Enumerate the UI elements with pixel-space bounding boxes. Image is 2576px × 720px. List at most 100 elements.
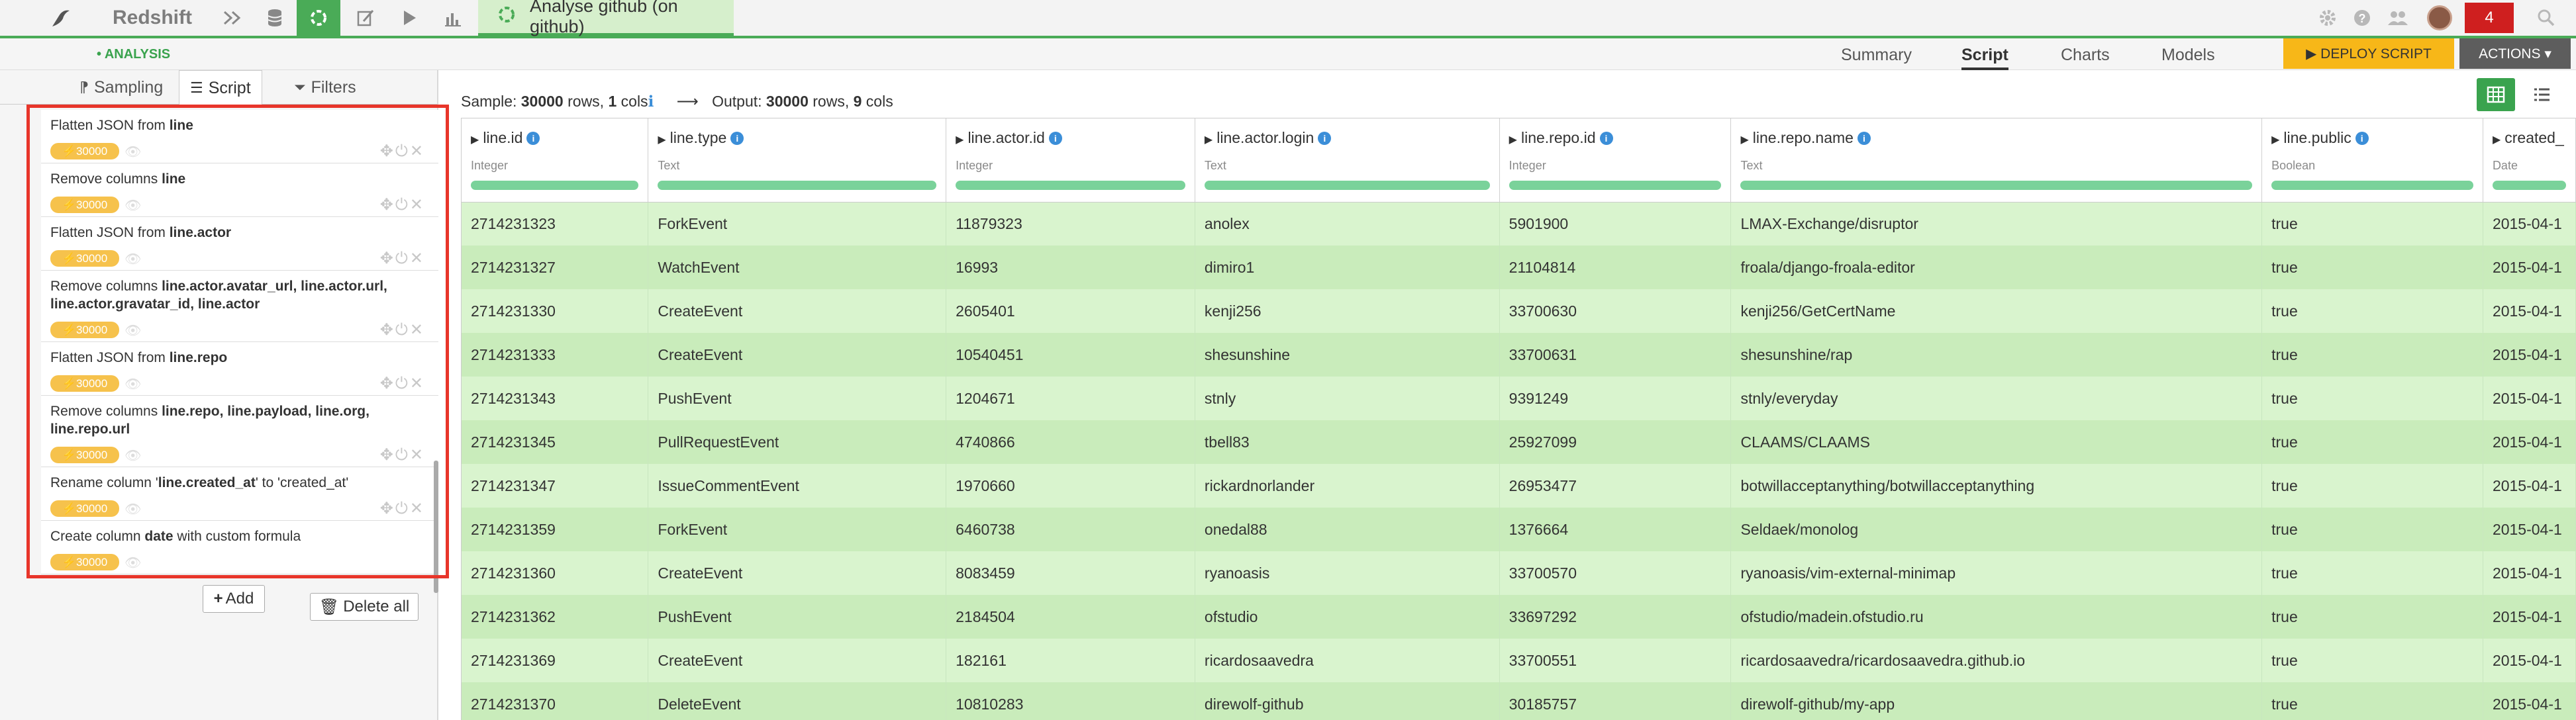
- table-row[interactable]: 2714231343 PushEvent 1204671 stnly 9391249st…: [462, 377, 2576, 420]
- table-cell[interactable]: true: [2261, 639, 2483, 682]
- column-header[interactable]: ▶ line.type i Text: [648, 118, 947, 202]
- table-cell[interactable]: 2015-04-1: [2483, 289, 2576, 333]
- tab-charts[interactable]: Charts: [2061, 38, 2110, 70]
- table-cell[interactable]: 2015-04-1: [2483, 682, 2576, 720]
- table-cell[interactable]: shesunshine/rap: [1730, 333, 2263, 377]
- column-header[interactable]: ▶ line.actor.login i Text: [1195, 118, 1500, 202]
- table-row[interactable]: 2714231362 PushEvent 2184504 ofstudio 336972…: [462, 595, 2576, 639]
- table-cell[interactable]: true: [2261, 202, 2483, 246]
- table-cell[interactable]: stnly/everyday: [1730, 377, 2263, 420]
- help-icon[interactable]: ?: [2346, 0, 2379, 36]
- table-row[interactable]: 2714231327 WatchEvent 16993 dimiro1 21104814…: [462, 246, 2576, 289]
- table-cell[interactable]: CreateEvent: [648, 639, 947, 682]
- column-header[interactable]: ▶ created_ Date: [2483, 118, 2576, 202]
- table-cell[interactable]: kenji256: [1195, 289, 1500, 333]
- table-cell[interactable]: 2605401: [946, 289, 1195, 333]
- table-cell[interactable]: IssueCommentEvent: [648, 464, 947, 508]
- recipe-icon[interactable]: [297, 0, 340, 36]
- table-cell[interactable]: 2015-04-1: [2483, 595, 2576, 639]
- table-cell[interactable]: 2714231347: [462, 464, 649, 508]
- table-row[interactable]: 2714231359 ForkEvent 6460738 onedal88 137666…: [462, 508, 2576, 551]
- table-row[interactable]: 2714231330 CreateEvent 2605401 kenji256 3370…: [462, 289, 2576, 333]
- table-cell[interactable]: 2015-04-1: [2483, 464, 2576, 508]
- table-cell[interactable]: 21104814: [1499, 246, 1732, 289]
- add-step-button[interactable]: + Add: [203, 585, 265, 613]
- table-cell[interactable]: 2015-04-1: [2483, 420, 2576, 464]
- column-header[interactable]: ▶ line.actor.id i Integer: [946, 118, 1195, 202]
- table-cell[interactable]: CreateEvent: [648, 289, 947, 333]
- table-cell[interactable]: onedal88: [1195, 508, 1500, 551]
- table-cell[interactable]: PushEvent: [648, 595, 947, 639]
- table-cell[interactable]: 2714231330: [462, 289, 649, 333]
- table-cell[interactable]: 2714231360: [462, 551, 649, 595]
- project-tab[interactable]: Analyse github (on github): [478, 0, 734, 36]
- table-cell[interactable]: 1376664: [1499, 508, 1732, 551]
- table-cell[interactable]: 2714231345: [462, 420, 649, 464]
- table-cell[interactable]: 25927099: [1499, 420, 1732, 464]
- actions-button[interactable]: ACTIONS ▾: [2459, 38, 2571, 69]
- table-cell[interactable]: CreateEvent: [648, 551, 947, 595]
- table-cell[interactable]: 33700551: [1499, 639, 1732, 682]
- table-cell[interactable]: true: [2261, 289, 2483, 333]
- table-cell[interactable]: 26953477: [1499, 464, 1732, 508]
- list-view-button[interactable]: [2523, 78, 2560, 111]
- table-cell[interactable]: 8083459: [946, 551, 1195, 595]
- table-row[interactable]: 2714231333 CreateEvent 10540451 shesunshine…: [462, 333, 2576, 377]
- table-cell[interactable]: ricardosaavedra: [1195, 639, 1500, 682]
- table-cell[interactable]: true: [2261, 551, 2483, 595]
- table-cell[interactable]: ryanoasis: [1195, 551, 1500, 595]
- info-icon[interactable]: ℹ: [648, 93, 654, 110]
- database-icon[interactable]: [255, 0, 295, 36]
- table-cell[interactable]: froala/django-froala-editor: [1730, 246, 2263, 289]
- table-cell[interactable]: ofstudio: [1195, 595, 1500, 639]
- table-cell[interactable]: 11879323: [946, 202, 1195, 246]
- table-cell[interactable]: 10540451: [946, 333, 1195, 377]
- table-cell[interactable]: CLAAMS/CLAAMS: [1730, 420, 2263, 464]
- table-cell[interactable]: WatchEvent: [648, 246, 947, 289]
- table-cell[interactable]: ForkEvent: [648, 508, 947, 551]
- table-cell[interactable]: 2714231370: [462, 682, 649, 720]
- table-row[interactable]: 2714231369 CreateEvent 182161 ricardosaaved…: [462, 639, 2576, 682]
- table-row[interactable]: 2714231370 DeleteEvent 10810283 direwolf-gi…: [462, 682, 2576, 720]
- tab-models[interactable]: Models: [2161, 38, 2215, 70]
- table-cell[interactable]: 10810283: [946, 682, 1195, 720]
- tab-script[interactable]: ☰ Script: [179, 70, 262, 105]
- tab-sampling[interactable]: ⁋ Sampling: [72, 70, 171, 105]
- tab-filters[interactable]: ⏷ Filters: [286, 70, 364, 105]
- table-cell[interactable]: 2015-04-1: [2483, 377, 2576, 420]
- table-cell[interactable]: stnly: [1195, 377, 1500, 420]
- table-cell[interactable]: 2714231369: [462, 639, 649, 682]
- avatar[interactable]: [2424, 0, 2455, 36]
- column-header[interactable]: ▶ line.public i Boolean: [2261, 118, 2483, 202]
- table-row[interactable]: 2714231345 PullRequestEvent 4740866 tbell83…: [462, 420, 2576, 464]
- table-cell[interactable]: 1204671: [946, 377, 1195, 420]
- column-header[interactable]: ▶ line.repo.name i Text: [1730, 118, 2263, 202]
- table-cell[interactable]: true: [2261, 377, 2483, 420]
- table-cell[interactable]: 4740866: [946, 420, 1195, 464]
- table-cell[interactable]: ForkEvent: [648, 202, 947, 246]
- table-cell[interactable]: 2015-04-1: [2483, 508, 2576, 551]
- play-icon[interactable]: [389, 0, 429, 36]
- table-row[interactable]: 2714231360 CreateEvent 8083459 ryanoasis 337…: [462, 551, 2576, 595]
- chart-icon[interactable]: [433, 0, 473, 36]
- table-cell[interactable]: anolex: [1195, 202, 1500, 246]
- table-cell[interactable]: Seldaek/monolog: [1730, 508, 2263, 551]
- search-icon[interactable]: [2530, 0, 2563, 36]
- table-cell[interactable]: direwolf-github: [1195, 682, 1500, 720]
- table-cell[interactable]: 16993: [946, 246, 1195, 289]
- table-cell[interactable]: true: [2261, 464, 2483, 508]
- table-cell[interactable]: DeleteEvent: [648, 682, 947, 720]
- table-cell[interactable]: 2015-04-1: [2483, 639, 2576, 682]
- flow-icon[interactable]: [212, 0, 252, 36]
- table-cell[interactable]: 6460738: [946, 508, 1195, 551]
- app-name[interactable]: Redshift: [113, 0, 192, 36]
- table-cell[interactable]: PushEvent: [648, 377, 947, 420]
- table-cell[interactable]: 2015-04-1: [2483, 333, 2576, 377]
- table-cell[interactable]: 30185757: [1499, 682, 1732, 720]
- table-cell[interactable]: tbell83: [1195, 420, 1500, 464]
- table-cell[interactable]: botwillacceptanything/botwillacceptanyth…: [1730, 464, 2263, 508]
- table-cell[interactable]: ricardosaavedra/ricardosaavedra.github.i…: [1730, 639, 2263, 682]
- table-cell[interactable]: CreateEvent: [648, 333, 947, 377]
- table-cell[interactable]: 33700631: [1499, 333, 1732, 377]
- table-cell[interactable]: true: [2261, 333, 2483, 377]
